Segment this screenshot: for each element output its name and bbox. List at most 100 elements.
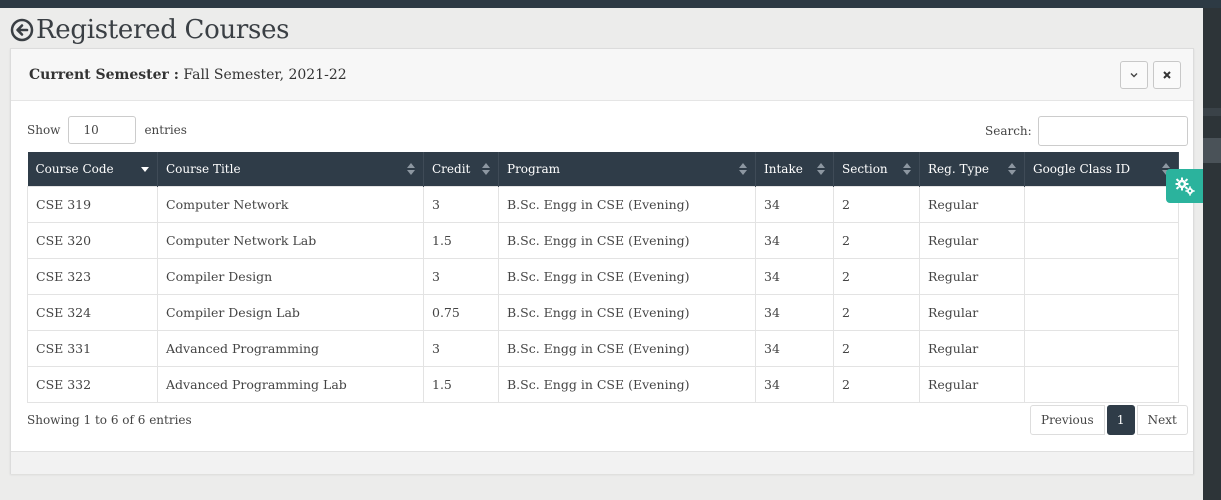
- cell-google-class-id: [1024, 222, 1179, 259]
- cell-program: B.Sc. Engg in CSE (Evening): [498, 186, 756, 223]
- sort-icon: [739, 163, 747, 175]
- show-label: Show: [27, 123, 61, 137]
- cell-intake: 34: [755, 222, 834, 259]
- back-arrow-circle-icon[interactable]: [10, 18, 34, 42]
- entries-label: entries: [144, 123, 187, 137]
- table-row: CSE 323 Compiler Design 3 B.Sc. Engg in …: [27, 258, 1179, 295]
- courses-panel: Current Semester : Fall Semester, 2021-2…: [10, 48, 1194, 474]
- cell-credit: 1.5: [423, 222, 499, 259]
- cell-course-title: Advanced Programming Lab: [157, 366, 424, 403]
- cell-section: 2: [833, 366, 920, 403]
- search-label: Search:: [985, 124, 1032, 138]
- cell-course-title: Compiler Design: [157, 258, 424, 295]
- sort-icon: [817, 163, 825, 175]
- cell-section: 2: [833, 258, 920, 295]
- table-row: CSE 331 Advanced Programming 3 B.Sc. Eng…: [27, 330, 1179, 367]
- collapse-button[interactable]: [1120, 61, 1148, 89]
- sort-icon: [1008, 163, 1016, 175]
- cell-reg-type: Regular: [919, 222, 1025, 259]
- sort-icon: [407, 163, 415, 175]
- sort-desc-icon: [141, 167, 149, 172]
- cell-intake: 34: [755, 330, 834, 367]
- page-length-select[interactable]: 10: [68, 116, 137, 144]
- cell-credit: 3: [423, 186, 499, 223]
- search-input[interactable]: [1037, 116, 1188, 146]
- cell-program: B.Sc. Engg in CSE (Evening): [498, 330, 756, 367]
- cell-program: B.Sc. Engg in CSE (Evening): [498, 366, 756, 403]
- cell-reg-type: Regular: [919, 294, 1025, 331]
- cell-credit: 3: [423, 330, 499, 367]
- cell-course-code: CSE 323: [27, 258, 158, 295]
- cell-course-code: CSE 331: [27, 330, 158, 367]
- cell-credit: 0.75: [423, 294, 499, 331]
- cell-course-title: Advanced Programming: [157, 330, 424, 367]
- page-title: Registered Courses: [10, 14, 290, 46]
- cell-credit: 3: [423, 258, 499, 295]
- page-1-button[interactable]: 1: [1106, 405, 1135, 435]
- panel-header: Current Semester : Fall Semester, 2021-2…: [11, 49, 1193, 101]
- cell-section: 2: [833, 222, 920, 259]
- page-title-text: Registered Courses: [36, 15, 290, 45]
- settings-toggle-button[interactable]: [1166, 169, 1203, 203]
- cell-program: B.Sc. Engg in CSE (Evening): [498, 258, 756, 295]
- cell-section: 2: [833, 330, 920, 367]
- cell-intake: 34: [755, 294, 834, 331]
- cell-credit: 1.5: [423, 366, 499, 403]
- table-row: CSE 319 Computer Network 3 B.Sc. Engg in…: [27, 186, 1179, 223]
- column-header[interactable]: Google Class ID: [1024, 152, 1179, 187]
- cell-course-code: CSE 332: [27, 366, 158, 403]
- page-length-control: Show 10 entries: [27, 116, 187, 144]
- search-control: Search:: [985, 116, 1188, 146]
- cell-google-class-id: [1024, 186, 1179, 223]
- cell-google-class-id: [1024, 366, 1179, 403]
- cell-reg-type: Regular: [919, 366, 1025, 403]
- semester-value: Fall Semester, 2021-22: [178, 67, 347, 83]
- cell-course-title: Compiler Design Lab: [157, 294, 424, 331]
- cell-section: 2: [833, 186, 920, 223]
- gears-icon: [1175, 177, 1195, 196]
- pagination: Previous 1 Next: [1030, 405, 1188, 435]
- cell-course-code: CSE 319: [27, 186, 158, 223]
- top-bar: [0, 0, 1221, 8]
- previous-page-button[interactable]: Previous: [1030, 405, 1105, 435]
- table-row: CSE 320 Computer Network Lab 1.5 B.Sc. E…: [27, 222, 1179, 259]
- table-info: Showing 1 to 6 of 6 entries: [27, 413, 192, 427]
- cell-reg-type: Regular: [919, 186, 1025, 223]
- background-sidebar-edge: [1203, 8, 1221, 500]
- sort-icon: [903, 163, 911, 175]
- cell-program: B.Sc. Engg in CSE (Evening): [498, 222, 756, 259]
- cell-reg-type: Regular: [919, 330, 1025, 367]
- courses-table: Course Code Course Title Credit Program …: [27, 152, 1179, 403]
- column-header[interactable]: Program: [498, 152, 756, 187]
- semester-label: Current Semester :: [29, 67, 179, 83]
- cell-course-code: CSE 324: [27, 294, 158, 331]
- column-header[interactable]: Section: [833, 152, 920, 187]
- panel-footer: [11, 451, 1193, 474]
- close-button[interactable]: [1153, 61, 1181, 89]
- column-header[interactable]: Course Title: [157, 152, 424, 187]
- cell-reg-type: Regular: [919, 258, 1025, 295]
- table-header-row: Course Code Course Title Credit Program …: [27, 152, 1179, 187]
- table-row: CSE 332 Advanced Programming Lab 1.5 B.S…: [27, 366, 1179, 403]
- cell-section: 2: [833, 294, 920, 331]
- table-row: CSE 324 Compiler Design Lab 0.75 B.Sc. E…: [27, 294, 1179, 331]
- cell-course-code: CSE 320: [27, 222, 158, 259]
- close-icon: [1163, 71, 1171, 79]
- cell-google-class-id: [1024, 330, 1179, 367]
- chevron-down-icon: [1130, 73, 1138, 78]
- sort-icon: [482, 163, 490, 175]
- cell-google-class-id: [1024, 294, 1179, 331]
- column-header[interactable]: Reg. Type: [919, 152, 1025, 187]
- cell-program: B.Sc. Engg in CSE (Evening): [498, 294, 756, 331]
- next-page-button[interactable]: Next: [1136, 405, 1188, 435]
- cell-intake: 34: [755, 366, 834, 403]
- cell-intake: 34: [755, 258, 834, 295]
- column-header[interactable]: Course Code: [27, 152, 158, 187]
- cell-course-title: Computer Network: [157, 186, 424, 223]
- column-header[interactable]: Intake: [755, 152, 834, 187]
- column-header[interactable]: Credit: [423, 152, 499, 187]
- cell-course-title: Computer Network Lab: [157, 222, 424, 259]
- cell-intake: 34: [755, 186, 834, 223]
- current-semester: Current Semester : Fall Semester, 2021-2…: [29, 67, 347, 83]
- cell-google-class-id: [1024, 258, 1179, 295]
